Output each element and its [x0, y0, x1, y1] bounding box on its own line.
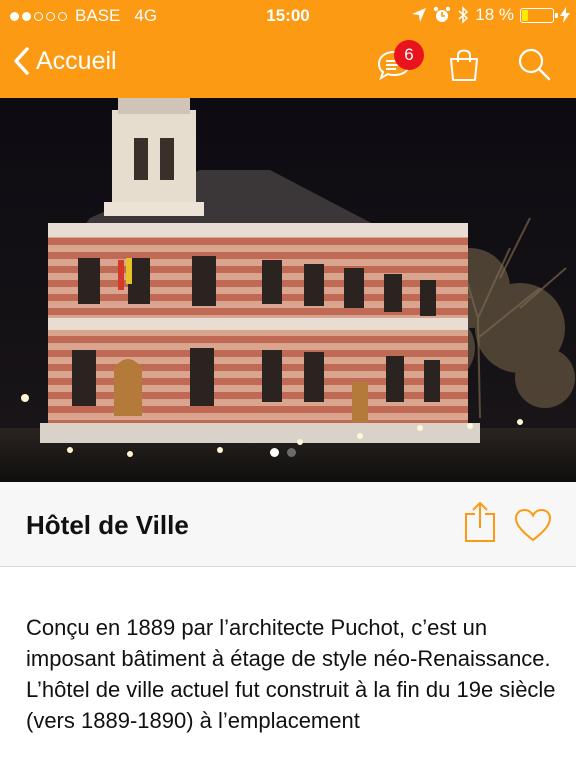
search-button[interactable]	[514, 44, 554, 84]
description-paragraph: L’hôtel de ville actuel fut construit à …	[26, 677, 556, 733]
location-arrow-icon	[412, 8, 427, 22]
charging-bolt-icon	[560, 7, 570, 23]
shopping-bag-icon	[450, 49, 478, 81]
alarm-icon	[434, 6, 451, 22]
hotel-de-ville-photo[interactable]	[0, 98, 576, 482]
navigation-bar: Accueil 6	[0, 34, 576, 96]
share-icon[interactable]	[463, 500, 497, 544]
back-button[interactable]: Accueil	[12, 46, 117, 76]
notification-badge: 6	[394, 40, 424, 70]
status-bar: BASE 4G 15:00 18 %	[0, 0, 576, 32]
page-title: Hôtel de Ville	[26, 510, 189, 540]
photo-page-indicator[interactable]	[270, 448, 296, 457]
messages-button[interactable]: 6	[374, 40, 424, 84]
page-dot[interactable]	[287, 448, 296, 457]
header-bar: BASE 4G 15:00 18 % Accueil 6	[0, 0, 576, 98]
shop-button[interactable]	[444, 44, 484, 84]
battery-percent: 18 %	[475, 5, 514, 24]
chevron-left-icon	[14, 47, 29, 75]
description-paragraph: Conçu en 1889 par l’architecte Puchot, c…	[26, 615, 551, 671]
search-icon	[518, 48, 551, 81]
description: Conçu en 1889 par l’architecte Puchot, c…	[26, 612, 556, 736]
heart-icon[interactable]	[514, 508, 552, 542]
page-dot-active[interactable]	[270, 448, 279, 457]
building-illustration	[0, 98, 576, 482]
back-label: Accueil	[36, 46, 117, 75]
battery-icon	[520, 7, 558, 23]
bluetooth-icon	[458, 6, 469, 24]
